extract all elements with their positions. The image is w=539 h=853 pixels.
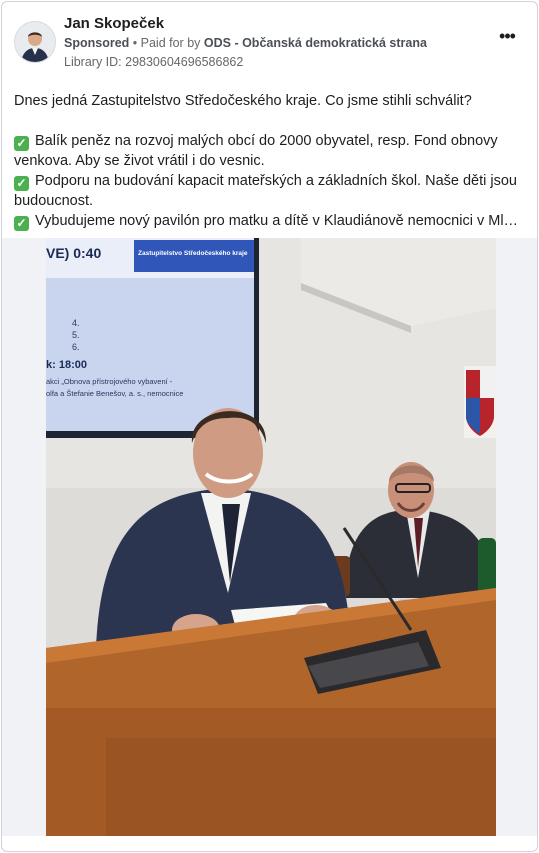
post-header: Jan Skopeček Sponsored • Paid for by ODS…: [14, 14, 525, 74]
sponsorship-info: Sponsored • Paid for by ODS - Občanská d…: [64, 36, 427, 50]
library-id: Library ID: 29830604696586862: [64, 55, 244, 69]
author-name[interactable]: Jan Skopeček: [64, 15, 164, 32]
list-item: ✓ Vybudujeme nový pavilón pro matku a dít…: [14, 211, 526, 231]
author-avatar[interactable]: [14, 21, 56, 63]
post-text: Dnes jedná Zastupitelstvo Středočeského …: [14, 91, 526, 231]
list-item-text: Balík peněz na rozvoj malých obcí do 200…: [14, 133, 498, 169]
screen-time1: VE) 0:40: [46, 245, 101, 261]
screen-time2: k: 18:00: [46, 359, 87, 371]
screen-num: 6.: [72, 342, 80, 352]
more-options-icon[interactable]: •••: [495, 27, 519, 45]
screen-num: 5.: [72, 330, 80, 340]
post-photo[interactable]: Zastupitelstvo Středočeského kraje VE) 0…: [46, 238, 496, 836]
check-mark-icon: ✓: [14, 216, 29, 231]
paid-for-by[interactable]: ODS - Občanská demokratická strana: [204, 36, 427, 50]
screen-header: Zastupitelstvo Středočeského kraje: [138, 250, 248, 257]
screen-num: 4.: [72, 318, 80, 328]
screen-line2: olfa a Štefanie Benešov, a. s., nemocnic…: [46, 389, 183, 398]
check-mark-icon: ✓: [14, 176, 29, 191]
meta-separator: •: [132, 36, 141, 50]
post-media: Zastupitelstvo Středočeského kraje VE) 0…: [2, 238, 537, 836]
list-item: ✓ Podporu na budování kapacit mateřských …: [14, 171, 526, 211]
screen-line1: akci „Obnova přístrojového vybavení -: [46, 377, 173, 386]
list-item-text: Podporu na budování kapacit mateřských a…: [14, 173, 517, 209]
sponsored-post-card: Jan Skopeček Sponsored • Paid for by ODS…: [1, 1, 538, 852]
list-item-text: Vybudujeme nový pavilón pro matku a dítě…: [35, 213, 526, 229]
post-intro: Dnes jedná Zastupitelstvo Středočeského …: [14, 93, 472, 109]
check-mark-icon: ✓: [14, 136, 29, 151]
paid-for-prefix: Paid for by: [140, 36, 201, 50]
list-item: ✓ Balík peněz na rozvoj malých obcí do 20…: [14, 131, 526, 171]
sponsored-label: Sponsored: [64, 36, 130, 50]
